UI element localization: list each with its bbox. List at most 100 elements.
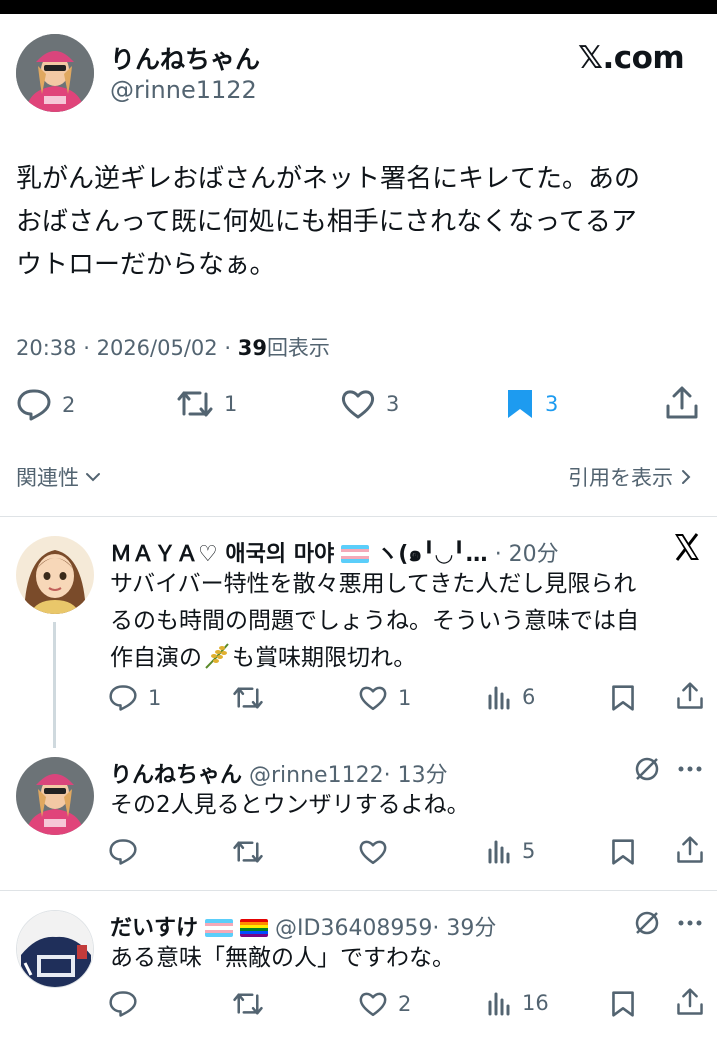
reply-text: サバイバー特性を散々悪用してきた人だし見限られ るのも時間の問題でしょうね。そう…	[110, 566, 700, 677]
post-meta: 20:38 · 2026/05/02 · 39回表示	[16, 332, 330, 362]
reply-button[interactable]	[108, 990, 138, 1018]
view-count-label: 回表示	[266, 336, 330, 360]
more-options-icon[interactable]	[678, 920, 702, 926]
repost-icon	[232, 684, 264, 712]
post-text-line: ウトローだからなぁ。	[16, 250, 276, 280]
reply-text-line: その2人見るとウンザリするよね。	[110, 792, 470, 818]
repost-icon	[176, 388, 214, 420]
post-text-line: おばさんって既に何処にも相手にされなくなってるア	[16, 207, 637, 237]
reply-avatar[interactable]	[16, 536, 94, 614]
reply-author-name[interactable]: りんねちゃん	[110, 763, 242, 788]
reply-time[interactable]: · 39分	[432, 916, 496, 941]
share-icon	[676, 988, 704, 1016]
author-name[interactable]: りんねちゃん	[110, 40, 260, 76]
share-button[interactable]	[676, 988, 704, 1016]
author-avatar[interactable]	[16, 34, 94, 112]
grok-icon[interactable]	[634, 756, 660, 782]
like-count: 3	[386, 392, 400, 416]
bookmark-button[interactable]	[610, 838, 636, 866]
post-time[interactable]: 20:38	[16, 336, 77, 360]
trans-flag-icon	[205, 919, 234, 937]
view-count: 16	[522, 991, 549, 1015]
repost-icon	[232, 838, 264, 866]
reply-avatar[interactable]	[16, 910, 94, 988]
reply-icon	[108, 990, 138, 1018]
share-icon	[676, 682, 704, 710]
reply-text-line: るのも時間の問題でしょうね。そういう意味では自	[110, 608, 639, 634]
views-button[interactable]: 6	[486, 684, 535, 710]
more-options-icon[interactable]	[678, 766, 702, 772]
analytics-icon	[486, 838, 512, 864]
repost-count: 1	[224, 392, 238, 416]
view-quotes-link[interactable]: 引用を表示	[568, 462, 695, 492]
sort-relevance-dropdown[interactable]: 関連性	[16, 462, 103, 492]
bookmark-icon	[610, 990, 636, 1018]
like-button[interactable]: 3	[340, 388, 399, 420]
like-button[interactable]: 2	[358, 990, 411, 1018]
repost-button[interactable]: 1	[176, 388, 237, 420]
view-count: 6	[522, 685, 536, 709]
reply-button[interactable]: 1	[108, 684, 161, 712]
reply-count: 1	[148, 686, 162, 710]
reply-icon	[16, 388, 52, 422]
divider	[0, 516, 717, 517]
author-handle[interactable]: @rinne1122	[110, 76, 257, 104]
brand-logo: 𝕏.com	[578, 40, 685, 76]
heart-icon	[358, 684, 388, 712]
thread-line	[53, 622, 56, 748]
reply-time[interactable]: · 20分	[495, 542, 559, 567]
reply-author-handle[interactable]: @ID36408959	[275, 916, 432, 941]
heart-icon	[358, 990, 388, 1018]
chevron-down-icon	[83, 467, 103, 487]
bookmark-button[interactable]: 3	[505, 388, 558, 420]
bookmark-button[interactable]	[610, 990, 636, 1018]
repost-icon	[232, 990, 264, 1018]
reply-text: その2人見るとウンザリするよね。	[110, 787, 700, 824]
status-bar	[0, 0, 717, 14]
reply-button[interactable]: 2	[16, 388, 75, 422]
rainbow-flag-icon	[240, 919, 269, 937]
x-logo-icon	[672, 532, 702, 562]
reply-author-name[interactable]: ＭＡＹＡ♡ 애국의 마야	[110, 542, 334, 567]
share-button[interactable]	[676, 836, 704, 864]
bookmark-button[interactable]	[610, 684, 636, 712]
post-text: 乳がん逆ギレおばさんがネット署名にキレてた。あの おばさんって既に何処にも相手に…	[16, 158, 706, 287]
reply-button[interactable]	[108, 838, 138, 866]
chevron-right-icon	[677, 467, 695, 487]
trans-flag-icon	[341, 545, 370, 563]
reply-author-name[interactable]: だいすけ	[110, 916, 198, 941]
views-button[interactable]: 5	[486, 838, 535, 864]
bookmark-count: 3	[545, 392, 559, 416]
reply-time[interactable]: · 13分	[384, 763, 448, 788]
repost-button[interactable]	[232, 684, 264, 712]
like-button[interactable]: 1	[358, 684, 411, 712]
grok-icon[interactable]	[634, 910, 660, 936]
views-button[interactable]: 16	[486, 990, 549, 1016]
repost-button[interactable]	[232, 990, 264, 1018]
heart-icon	[340, 388, 376, 420]
meta-separator: ·	[224, 336, 232, 360]
reply-author-handle[interactable]: @rinne1122	[249, 763, 384, 788]
share-button[interactable]	[665, 386, 699, 420]
analytics-icon	[486, 990, 512, 1016]
post-text-line: 乳がん逆ギレおばさんがネット署名にキレてた。あの	[16, 164, 641, 194]
divider	[0, 890, 717, 891]
reply-header: りんねちゃん @rinne1122· 13分	[110, 757, 448, 789]
heart-icon	[358, 838, 388, 866]
bookmark-icon	[610, 684, 636, 712]
reply-avatar[interactable]	[16, 757, 94, 835]
reply-text-part: 作自演の	[110, 645, 202, 671]
reply-header: だいすけ @ID36408959· 39分	[110, 910, 496, 942]
like-button[interactable]	[358, 838, 388, 866]
post-date[interactable]: 2026/05/02	[97, 336, 218, 360]
reply-text-line: ある意味「無敵の人」ですわな。	[110, 945, 455, 971]
rice-plant-emoji-icon	[202, 640, 232, 670]
repost-button[interactable]	[232, 838, 264, 866]
reply-text-line: サバイバー特性を散々悪用してきた人だし見限られ	[110, 571, 637, 597]
reply-author-name-tail[interactable]: ヽ(๑╹◡╹…	[376, 542, 487, 567]
bookmark-icon	[610, 838, 636, 866]
like-count: 1	[398, 686, 412, 710]
reply-text-part: も賞味期限切れ。	[232, 645, 417, 671]
reply-text-line-3: 作自演の も賞味期限切れ。	[110, 640, 700, 677]
share-button[interactable]	[676, 682, 704, 710]
